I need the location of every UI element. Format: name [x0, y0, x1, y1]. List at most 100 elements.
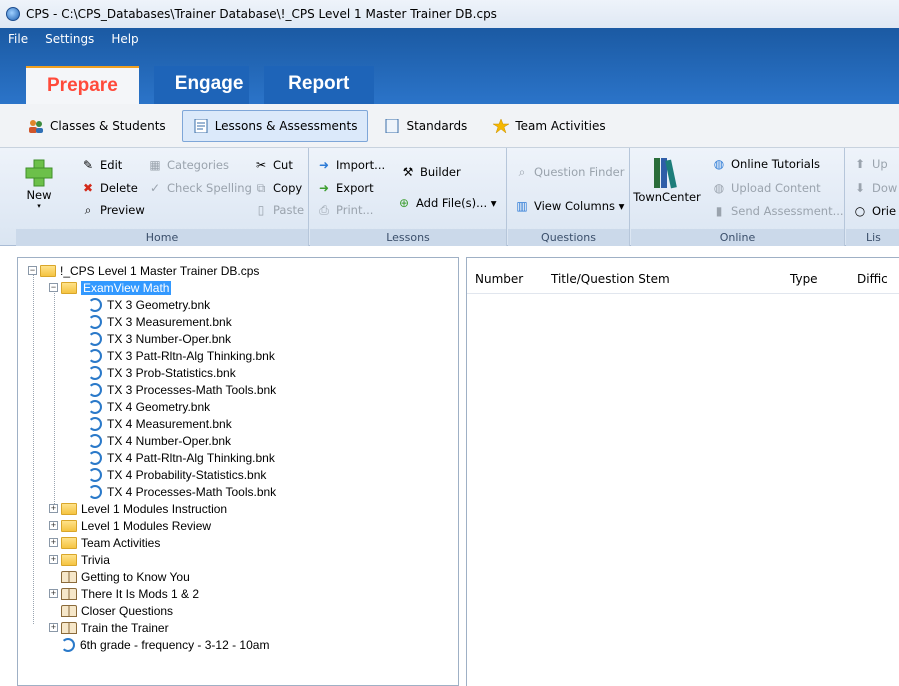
delete-button[interactable]: ✖ Delete	[80, 181, 138, 195]
cut-button[interactable]: ✂ Cut	[253, 158, 293, 172]
main-tabs: Prepare Engage Report	[26, 66, 389, 104]
ribbon-group-online: TownCenter ◍ Online Tutorials ◍ Upload Con…	[631, 148, 845, 246]
print-button[interactable]: ⎙ Print...	[316, 203, 373, 217]
subtab-standards[interactable]: Standards	[374, 110, 477, 142]
expand-icon[interactable]: +	[49, 589, 58, 598]
categories-icon: ▦	[149, 158, 161, 172]
collapse-icon[interactable]: −	[49, 283, 58, 292]
view-columns-button[interactable]: ▥ View Columns ▾	[514, 199, 624, 213]
export-icon: ➜	[318, 181, 330, 195]
tree-node-bnk[interactable]: TX 3 Prob-Statistics.bnk	[88, 364, 236, 381]
ribbon-group-list-label: Lis	[846, 229, 899, 246]
column-type[interactable]: Type	[790, 272, 818, 286]
column-number[interactable]: Number	[475, 272, 523, 286]
tree-node-lesson[interactable]: Closer Questions	[61, 602, 173, 619]
menu-bar: File Settings Help	[0, 28, 156, 50]
folder-icon	[61, 502, 77, 515]
tree-node-bnk[interactable]: TX 3 Measurement.bnk	[88, 313, 232, 330]
expand-icon[interactable]: +	[49, 521, 58, 530]
add-file-icon: ⊕	[398, 196, 410, 210]
tree-node-bnk[interactable]: TX 4 Patt-Rltn-Alg Thinking.bnk	[88, 449, 275, 466]
expand-icon[interactable]: +	[49, 504, 58, 513]
folder-open-icon	[61, 281, 77, 294]
orientation-label: Orie	[872, 204, 897, 218]
tree-node-label: ExamView Math	[81, 280, 172, 295]
add-files-button[interactable]: ⊕ Add File(s)... ▾	[396, 196, 497, 210]
tree-node-label: TX 4 Patt-Rltn-Alg Thinking.bnk	[107, 450, 275, 465]
tree-node-bnk[interactable]: TX 3 Number-Oper.bnk	[88, 330, 231, 347]
question-bank-icon	[88, 297, 102, 312]
towncenter-button[interactable]: TownCenter	[633, 156, 701, 204]
subtab-team-activities[interactable]: Team Activities	[483, 110, 615, 142]
preview-label: Preview	[100, 203, 145, 217]
question-finder-button[interactable]: ⌕ Question Finder	[514, 165, 625, 179]
tree-node-bnk[interactable]: TX 3 Geometry.bnk	[88, 296, 210, 313]
ribbon-group-home-label: Home	[16, 229, 308, 246]
plus-icon	[25, 159, 53, 187]
tab-engage[interactable]: Engage	[153, 66, 249, 104]
new-label: New	[26, 188, 52, 202]
categories-button[interactable]: ▦ Categories	[147, 158, 229, 172]
builder-button[interactable]: ⚒ Builder	[400, 165, 461, 179]
tab-prepare[interactable]: Prepare	[26, 66, 139, 104]
online-tutorials-button[interactable]: ◍ Online Tutorials	[711, 157, 820, 171]
tree-node-folder[interactable]: + Level 1 Modules Review	[49, 517, 211, 534]
tree-node-folder[interactable]: + Team Activities	[49, 534, 160, 551]
pencil-icon: ✎	[82, 158, 94, 172]
tree-node-label: Closer Questions	[81, 603, 174, 618]
subtab-classes-students[interactable]: Classes & Students	[18, 110, 176, 142]
tree-node-bnk[interactable]: TX 4 Number-Oper.bnk	[88, 432, 231, 449]
tree-guide-line	[54, 286, 55, 506]
export-button[interactable]: ➜ Export	[316, 181, 374, 195]
tree-node-folder[interactable]: + Trivia	[49, 551, 110, 568]
app-icon	[6, 7, 20, 21]
tree-node-label: TX 3 Geometry.bnk	[107, 297, 211, 312]
tree-node-lesson[interactable]: + Train the Trainer	[49, 619, 169, 636]
tree-node-session[interactable]: 6th grade - frequency - 3-12 - 10am	[61, 636, 269, 653]
preview-button[interactable]: ⌕ Preview	[80, 203, 145, 217]
tree-node-root[interactable]: − !_CPS Level 1 Master Trainer DB.cps	[28, 262, 259, 279]
delete-x-icon: ✖	[82, 181, 94, 195]
move-down-button[interactable]: ⬇ Dow	[852, 181, 897, 195]
tree-node-bnk[interactable]: TX 3 Processes-Math Tools.bnk	[88, 381, 276, 398]
tree-node-lesson[interactable]: + There It Is Mods 1 & 2	[49, 585, 199, 602]
expand-icon[interactable]: +	[49, 555, 58, 564]
collapse-icon[interactable]: −	[28, 266, 37, 275]
tree-node-examview-math[interactable]: − ExamView Math	[49, 279, 172, 296]
ribbon-group-home: New ▾ ✎ Edit ✖ Delete ⌕ Preview ▦ Categories…	[16, 148, 309, 246]
orientation-button[interactable]: ○ Orie	[852, 204, 896, 218]
tree-node-bnk[interactable]: TX 4 Measurement.bnk	[88, 415, 232, 432]
send-assessment-button[interactable]: ▮ Send Assessment...	[711, 204, 844, 218]
tree-node-label: TX 3 Prob-Statistics.bnk	[107, 365, 236, 380]
tree-node-label: TX 4 Geometry.bnk	[107, 399, 211, 414]
copy-button[interactable]: ⧉ Copy	[253, 181, 302, 195]
expand-icon[interactable]: +	[49, 538, 58, 547]
upload-content-button[interactable]: ◍ Upload Content	[711, 181, 821, 195]
tree-node-folder[interactable]: + Level 1 Modules Instruction	[49, 500, 227, 517]
tree-node-bnk[interactable]: TX 3 Patt-Rltn-Alg Thinking.bnk	[88, 347, 275, 364]
column-difficulty[interactable]: Diffic	[857, 272, 888, 286]
copy-icon: ⧉	[256, 181, 266, 195]
import-button[interactable]: ➜ Import...	[316, 158, 385, 172]
subtab-lessons-assessments[interactable]: Lessons & Assessments	[181, 109, 369, 142]
edit-button[interactable]: ✎ Edit	[80, 158, 122, 172]
check-spelling-button[interactable]: ✓ Check Spelling	[147, 181, 252, 195]
ribbon-group-list: ⬆ Up ⬇ Dow ○ Orie Lis	[846, 148, 899, 246]
tree-node-label: TX 4 Processes-Math Tools.bnk	[107, 484, 277, 499]
tree-pane[interactable]: − !_CPS Level 1 Master Trainer DB.cps − Ex…	[17, 257, 459, 686]
menu-file[interactable]: File	[8, 32, 28, 46]
expand-icon[interactable]: +	[49, 623, 58, 632]
tree-node-lesson[interactable]: Getting to Know You	[61, 568, 190, 585]
paste-button[interactable]: ▯ Paste	[253, 203, 304, 217]
column-title[interactable]: Title/Question Stem	[551, 272, 670, 286]
menu-settings[interactable]: Settings	[45, 32, 94, 46]
move-up-button[interactable]: ⬆ Up	[852, 157, 888, 171]
tree-node-bnk[interactable]: TX 4 Processes-Math Tools.bnk	[88, 483, 276, 500]
tree-node-bnk[interactable]: TX 4 Probability-Statistics.bnk	[88, 466, 266, 483]
question-list-pane[interactable]: Number Title/Question Stem Type Diffic	[466, 257, 899, 686]
menu-help[interactable]: Help	[111, 32, 138, 46]
new-button[interactable]: New ▾	[22, 158, 56, 210]
tree-node-bnk[interactable]: TX 4 Geometry.bnk	[88, 398, 210, 415]
tab-report[interactable]: Report	[263, 66, 374, 104]
ribbon-toolbar: New ▾ ✎ Edit ✖ Delete ⌕ Preview ▦ Categories…	[0, 148, 899, 246]
